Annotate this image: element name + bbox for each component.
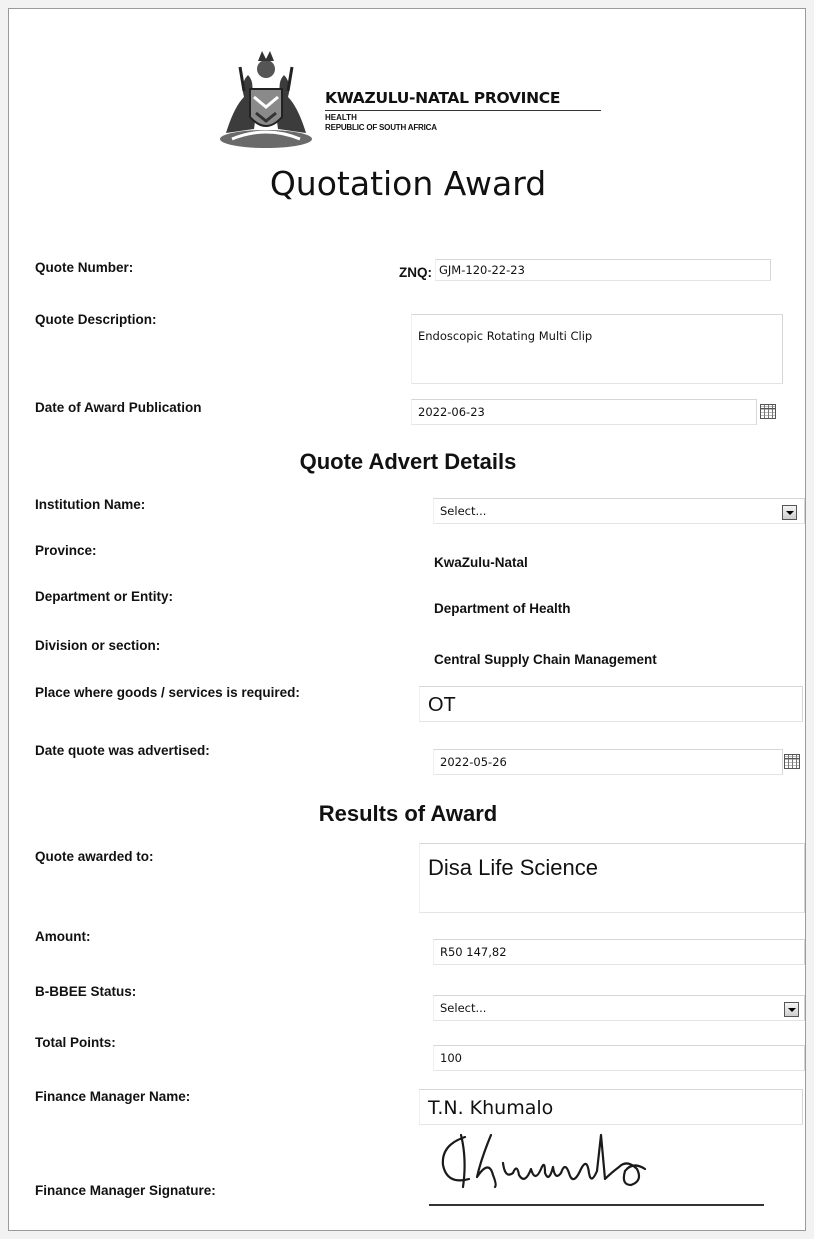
signature-line [429, 1204, 764, 1206]
division-value: Central Supply Chain Management [434, 652, 657, 667]
institution-value: Select... [440, 504, 487, 518]
total-points-value: 100 [440, 1051, 462, 1065]
amount-field[interactable]: R50 147,82 [433, 939, 805, 965]
results-section-title: Results of Award [318, 801, 498, 826]
advertised-date-calendar-icon[interactable] [784, 754, 800, 769]
finance-manager-name-field[interactable]: T.N. Khumalo [419, 1089, 803, 1125]
total-points-label: Total Points: [35, 1035, 116, 1050]
institution-select[interactable]: Select... [433, 498, 805, 524]
bbbee-dropdown-chevron-icon[interactable] [784, 1002, 799, 1017]
org-department: HEALTH [325, 113, 357, 122]
bbbee-value: Select... [440, 1001, 487, 1015]
org-title: KWAZULU-NATAL PROVINCE [325, 89, 561, 107]
quote-description-value: Endoscopic Rotating Multi Clip [418, 329, 593, 343]
quote-description-field[interactable]: Endoscopic Rotating Multi Clip [411, 314, 783, 384]
institution-dropdown-chevron-icon[interactable] [782, 505, 797, 520]
award-date-field[interactable]: 2022-06-23 [411, 399, 757, 425]
form-title: Quotation Award [269, 164, 547, 203]
advertised-date-field[interactable]: 2022-05-26 [433, 749, 783, 775]
department-label: Department or Entity: [35, 589, 174, 604]
quotation-award-form: KWAZULU-NATAL PROVINCE HEALTH REPUBLIC O… [8, 8, 806, 1231]
quote-description-label: Quote Description: [35, 312, 157, 327]
finance-manager-name-value: T.N. Khumalo [428, 1097, 554, 1119]
quote-number-prefix: ZNQ: [399, 265, 432, 280]
handwritten-signature [431, 1129, 701, 1199]
institution-label: Institution Name: [35, 497, 146, 512]
quote-number-label: Quote Number: [35, 260, 134, 275]
quote-number-field[interactable]: GJM-120-22-23 [435, 259, 771, 281]
province-value: KwaZulu-Natal [434, 555, 528, 570]
award-date-value: 2022-06-23 [418, 405, 485, 419]
bbbee-label: B-BBEE Status: [35, 984, 137, 999]
total-points-field[interactable]: 100 [433, 1045, 805, 1071]
place-label: Place where goods / services is required… [35, 685, 300, 700]
org-title-underline [325, 110, 601, 111]
province-label: Province: [35, 543, 97, 558]
quote-number-value: GJM-120-22-23 [439, 263, 525, 277]
awarded-to-label: Quote awarded to: [35, 849, 154, 864]
finance-manager-name-label: Finance Manager Name: [35, 1089, 191, 1104]
advertised-date-label: Date quote was advertised: [35, 743, 210, 758]
amount-value: R50 147,82 [440, 945, 507, 959]
award-date-label: Date of Award Publication [35, 400, 202, 415]
awarded-to-value: Disa Life Science [428, 855, 598, 880]
org-country: REPUBLIC OF SOUTH AFRICA [325, 123, 437, 132]
finance-manager-signature-label: Finance Manager Signature: [35, 1183, 216, 1198]
place-value: OT [428, 694, 456, 716]
division-label: Division or section: [35, 638, 161, 653]
department-value: Department of Health [434, 601, 571, 616]
advertised-date-value: 2022-05-26 [440, 755, 507, 769]
awarded-to-field[interactable]: Disa Life Science [419, 843, 805, 913]
award-date-calendar-icon[interactable] [760, 404, 776, 419]
amount-label: Amount: [35, 929, 91, 944]
advert-section-title: Quote Advert Details [299, 449, 517, 474]
bbbee-select[interactable]: Select... [433, 995, 805, 1021]
coat-of-arms-icon [214, 47, 318, 151]
place-field[interactable]: OT [419, 686, 803, 722]
